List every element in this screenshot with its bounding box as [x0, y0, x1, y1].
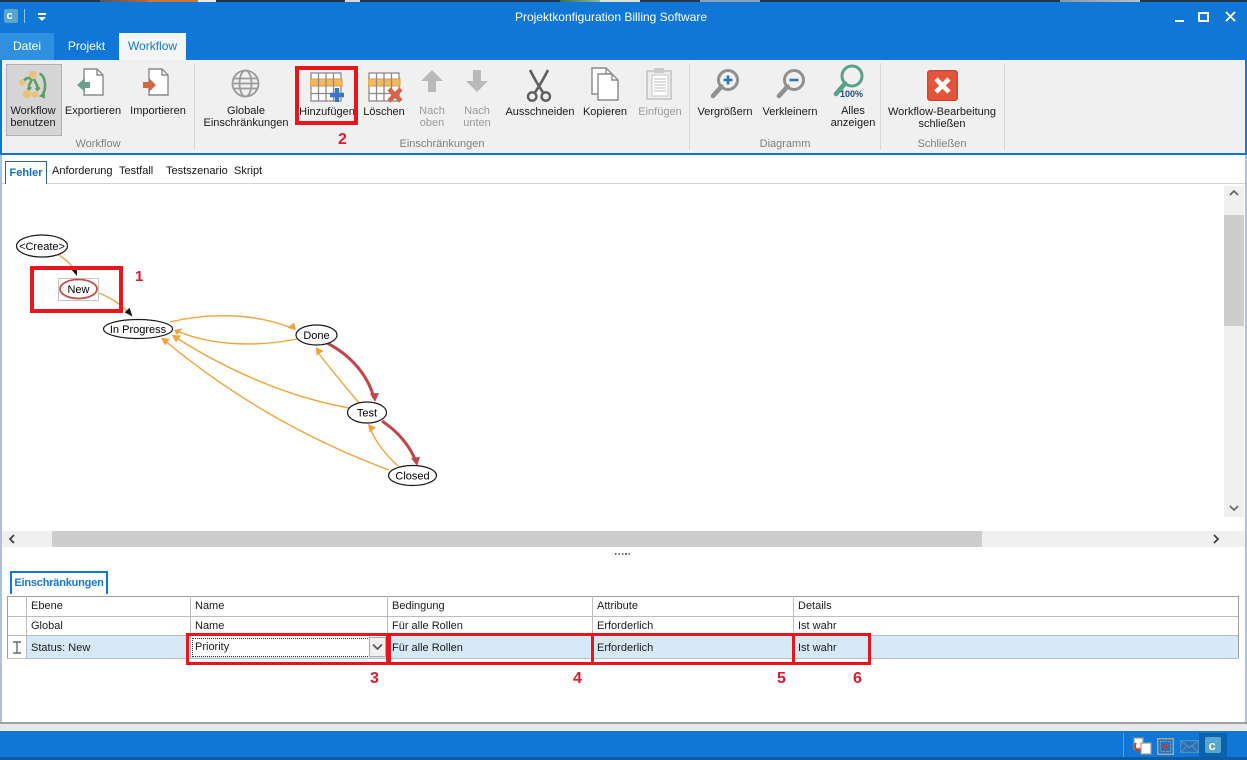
svg-text:Closed: Closed — [395, 471, 429, 483]
svg-text:Test: Test — [357, 408, 377, 420]
svg-text:Done: Done — [303, 330, 329, 342]
svg-text:<Create>: <Create> — [19, 241, 65, 253]
svg-text:In Progress: In Progress — [110, 324, 167, 336]
